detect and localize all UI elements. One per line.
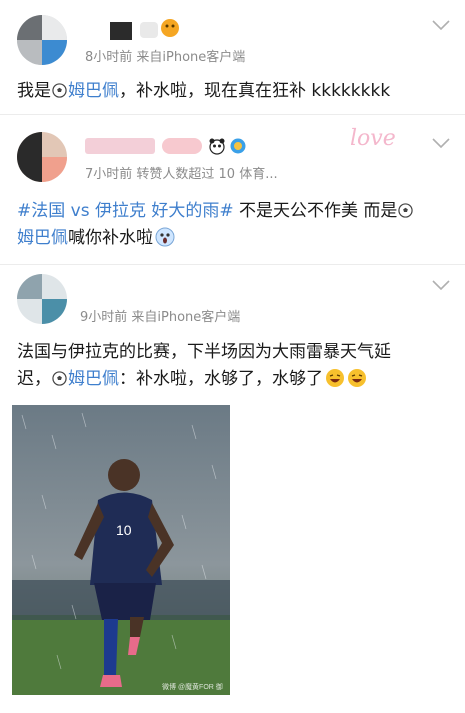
divider	[0, 264, 465, 265]
love-decoration: love	[350, 126, 396, 151]
watermark: 微博 @魔黄FOR 御	[162, 682, 223, 691]
soccer-ball-icon	[52, 83, 67, 98]
avatar-pixel	[42, 157, 67, 182]
panda-icon	[209, 138, 225, 155]
text-segment: 迟，	[17, 369, 51, 389]
avatar[interactable]	[17, 132, 67, 182]
username-blurred[interactable]	[85, 138, 155, 154]
text-segment: ，补水啦，现在真在狂补 kkkkkkkk	[119, 81, 391, 101]
divider	[0, 114, 465, 115]
avatar-pixel	[42, 40, 67, 65]
post-text: #法国 vs 伊拉克 好大的雨# 不是天公不作美 而是姆巴佩喊你补水啦	[17, 198, 447, 252]
text-segment: 喊你补水啦	[68, 228, 153, 248]
verified-badge-icon	[230, 138, 246, 154]
chevron-down-icon[interactable]	[432, 20, 450, 30]
chevron-down-icon[interactable]	[432, 280, 450, 290]
post-1: 8小时前 来自iPhone客户端 我是 姆巴佩，补水啦，现在真在狂补 kkkkkk…	[0, 0, 465, 110]
avatar-pixel	[17, 274, 42, 299]
soccer-ball-icon	[398, 203, 414, 218]
avatar-pixel	[17, 15, 42, 40]
avatar-pixel	[42, 15, 67, 40]
laughing-emoji-icon	[348, 369, 366, 387]
text-segment: ：补水啦，水够了，水够了	[119, 369, 323, 389]
avatar[interactable]	[17, 274, 67, 324]
text-segment: 法国与伊拉克的比赛，下半场因为大雨雷暴天气延	[17, 342, 391, 362]
mention-link[interactable]: 姆巴佩	[17, 228, 68, 248]
post-meta: 7小时前 转赞人数超过 10 体育...	[85, 167, 278, 182]
scream-emoji-icon	[155, 227, 175, 247]
post-3: 9小时前 来自iPhone客户端 法国与伊拉克的比赛，下半场因为大雨雷暴天气延 …	[0, 268, 465, 713]
badge-icon	[162, 138, 202, 154]
text-segment: 我是	[17, 81, 51, 101]
post-text: 法国与伊拉克的比赛，下半场因为大雨雷暴天气延 迟， 姆巴佩：补水啦，水够了，水够了	[17, 339, 452, 393]
avatar[interactable]	[17, 15, 67, 65]
post-text: 我是 姆巴佩，补水啦，现在真在狂补 kkkkkkkk	[17, 78, 390, 105]
mention-link[interactable]: 姆巴佩	[68, 81, 119, 101]
post-meta: 9小时前 来自iPhone客户端	[80, 310, 241, 325]
post-2: 7小时前 转赞人数超过 10 体育... love #法国 vs 伊拉克 好大的…	[0, 118, 465, 268]
jersey-number: 10	[116, 522, 132, 538]
text-segment: 不是天公不作美 而是	[233, 201, 398, 221]
hashtag-link[interactable]: #法国 vs 伊拉克 好大的雨#	[17, 201, 234, 221]
soccer-ball-icon	[52, 371, 67, 386]
laughing-emoji-icon	[326, 369, 344, 387]
avatar-pixel	[17, 40, 42, 65]
avatar-pixel	[42, 299, 67, 324]
post-photo[interactable]: 10 微博 @魔黄FOR 御	[12, 405, 230, 695]
post-meta: 8小时前 来自iPhone客户端	[85, 50, 246, 65]
mention-link[interactable]: 姆巴佩	[68, 369, 119, 389]
avatar-pixel	[17, 132, 42, 182]
badge-icon	[140, 22, 158, 38]
chevron-down-icon[interactable]	[432, 138, 450, 148]
username-blurred[interactable]	[110, 22, 132, 40]
emoji-icon	[161, 19, 179, 37]
